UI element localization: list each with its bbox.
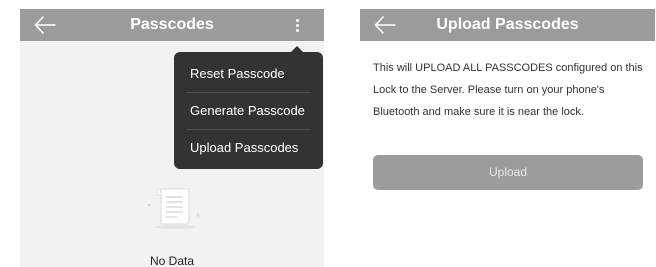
menu-item-upload-passcodes[interactable]: Upload Passcodes — [174, 130, 323, 166]
upload-button[interactable]: Upload — [373, 155, 643, 190]
menu-item-generate-passcode[interactable]: Generate Passcode — [174, 93, 323, 129]
upload-description: This will UPLOAD ALL PASSCODES configure… — [373, 62, 643, 118]
back-arrow-icon[interactable] — [374, 16, 396, 34]
document-icon — [137, 177, 207, 232]
back-arrow-icon[interactable] — [34, 16, 56, 34]
app-header: Upload Passcodes — [360, 9, 655, 41]
menu-caret — [291, 46, 303, 52]
passcodes-screen: Passcodes Reset Passcode Generate Passco… — [20, 9, 324, 267]
menu-item-reset-passcode[interactable]: Reset Passcode — [174, 56, 323, 92]
page-title: Upload Passcodes — [436, 16, 579, 33]
empty-state-text: No Data — [149, 254, 195, 267]
upload-passcodes-screen: Upload Passcodes This will UPLOAD ALL PA… — [360, 9, 655, 267]
page-title: Passcodes — [130, 16, 214, 33]
app-header: Passcodes — [20, 9, 324, 41]
options-menu: Reset Passcode Generate Passcode Upload … — [174, 46, 323, 169]
more-options-icon[interactable] — [292, 17, 302, 35]
